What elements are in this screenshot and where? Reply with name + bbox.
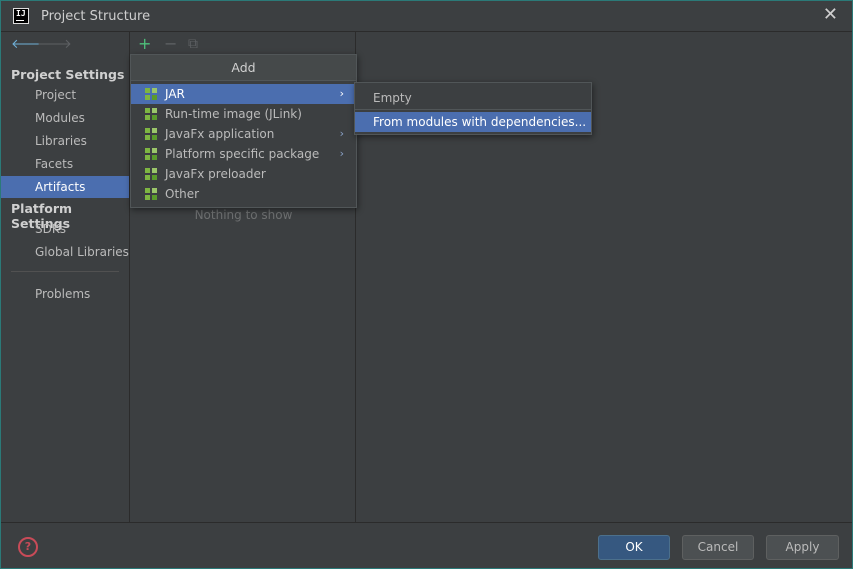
menu-item-javafx-preloader[interactable]: JavaFx preloader bbox=[131, 164, 356, 184]
project-settings-header: Project Settings bbox=[11, 67, 125, 82]
artifact-icon bbox=[145, 128, 157, 140]
chevron-right-icon: › bbox=[339, 147, 344, 160]
apply-button[interactable]: Apply bbox=[766, 535, 839, 560]
dialog-footer: ? OK Cancel Apply bbox=[1, 522, 852, 568]
submenu-item-from-modules[interactable]: From modules with dependencies... bbox=[355, 112, 591, 132]
artifact-icon bbox=[145, 168, 157, 180]
nav-item-project[interactable]: Project bbox=[1, 84, 129, 106]
submenu-item-empty[interactable]: Empty bbox=[355, 88, 591, 108]
menu-item-runtime-image[interactable]: Run-time image (JLink) bbox=[131, 104, 356, 124]
submenu-divider bbox=[355, 109, 591, 110]
menu-item-other[interactable]: Other bbox=[131, 184, 356, 204]
artifact-icon bbox=[145, 108, 157, 120]
artifact-icon bbox=[145, 88, 157, 100]
chevron-right-icon: › bbox=[339, 127, 344, 140]
close-icon[interactable]: ✕ bbox=[823, 5, 838, 25]
menu-item-label: Other bbox=[165, 187, 200, 201]
help-icon[interactable]: ? bbox=[18, 537, 38, 557]
menu-item-javafx-application[interactable]: JavaFx application › bbox=[131, 124, 356, 144]
copy-icon[interactable]: ⧉ bbox=[188, 35, 198, 53]
ok-button[interactable]: OK bbox=[598, 535, 670, 560]
add-icon[interactable]: + bbox=[138, 35, 151, 53]
empty-state-text: Nothing to show bbox=[194, 208, 293, 222]
add-artifact-menu: Add JAR › Run-time image (JLink) JavaFx … bbox=[130, 54, 357, 208]
nav-item-sdks[interactable]: SDKs bbox=[1, 218, 129, 240]
intellij-app-icon: IJ bbox=[13, 8, 29, 24]
artifact-icon bbox=[145, 148, 157, 160]
nav-item-facets[interactable]: Facets bbox=[1, 153, 129, 175]
menu-item-platform-package[interactable]: Platform specific package › bbox=[131, 144, 356, 164]
menu-item-label: Platform specific package bbox=[165, 147, 320, 161]
chevron-right-icon: › bbox=[339, 87, 344, 100]
settings-nav: 🡐 🡒 Project Settings Project Modules Lib… bbox=[1, 32, 130, 522]
nav-item-modules[interactable]: Modules bbox=[1, 107, 129, 129]
menu-item-label: JavaFx preloader bbox=[165, 167, 266, 181]
artifact-icon bbox=[145, 188, 157, 200]
cancel-button[interactable]: Cancel bbox=[682, 535, 754, 560]
menu-item-label: Run-time image (JLink) bbox=[165, 107, 302, 121]
window-title: Project Structure bbox=[41, 9, 151, 24]
remove-icon[interactable]: − bbox=[164, 35, 177, 53]
forward-arrow-icon[interactable]: 🡒 bbox=[37, 38, 72, 52]
nav-item-problems[interactable]: Problems bbox=[1, 283, 129, 305]
nav-item-libraries[interactable]: Libraries bbox=[1, 130, 129, 152]
nav-item-artifacts[interactable]: Artifacts bbox=[1, 176, 129, 198]
jar-submenu: Empty From modules with dependencies... bbox=[354, 82, 592, 135]
project-structure-dialog: IJ Project Structure ✕ 🡐 🡒 Project Setti… bbox=[0, 0, 853, 569]
nav-item-global-libraries[interactable]: Global Libraries bbox=[1, 241, 129, 263]
menu-item-label: JavaFx application bbox=[165, 127, 275, 141]
nav-divider bbox=[11, 271, 119, 272]
menu-item-label: JAR bbox=[165, 87, 185, 101]
add-menu-header: Add bbox=[131, 55, 356, 81]
title-bar: IJ Project Structure ✕ bbox=[1, 1, 852, 32]
menu-item-jar[interactable]: JAR › bbox=[131, 84, 356, 104]
